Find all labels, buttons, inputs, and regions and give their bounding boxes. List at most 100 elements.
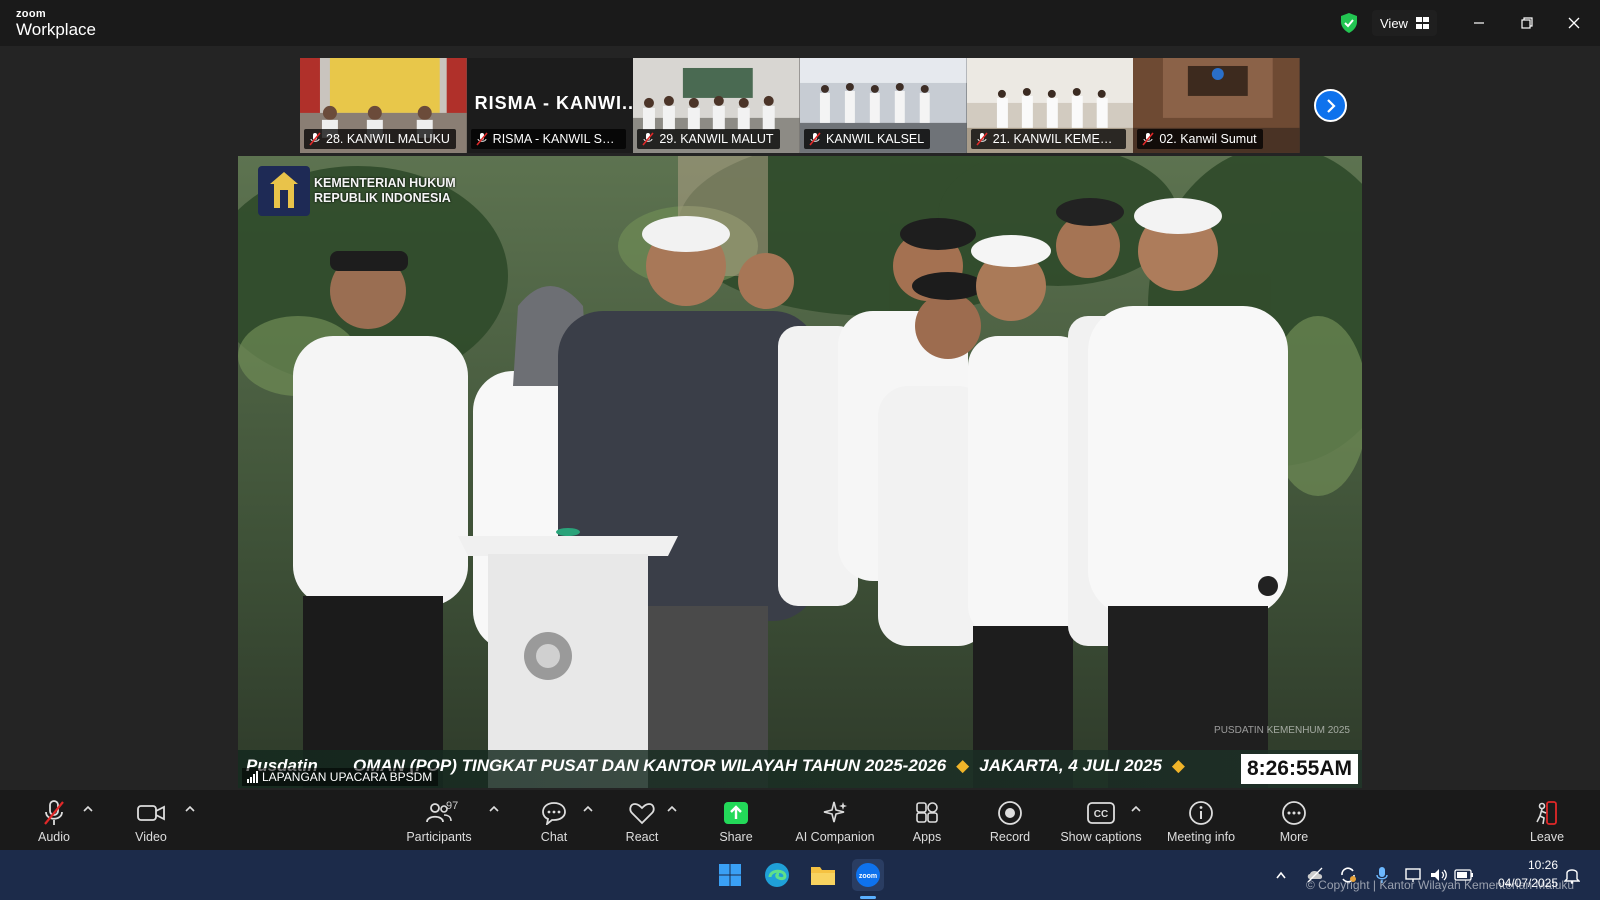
main-speaker-video[interactable]: KEMENTERIAN HUKUM REPUBLIK INDONESIA PUS… (238, 156, 1362, 788)
chevron-up-icon[interactable] (1130, 804, 1142, 814)
broadcast-watermark: PUSDATIN KEMENHUM 2025 (1214, 725, 1350, 736)
participant-thumbnail[interactable]: RISMA - KANWI... RISMA - KANWIL SUL... (466, 58, 634, 153)
windows-start-icon (719, 864, 741, 886)
show-captions-label: Show captions (1060, 830, 1142, 844)
edge-browser-button[interactable] (761, 859, 793, 891)
chat-bubble-icon (542, 802, 566, 825)
news-ticker: Pusdatin OMAN (POP) TINGKAT PUSAT DAN KA… (238, 750, 1362, 788)
share-screen-icon (724, 802, 748, 824)
logo-big-text: Workplace (16, 20, 96, 39)
participants-button[interactable]: 97 Participants (394, 798, 484, 844)
muted-mic-icon (309, 132, 321, 146)
muted-mic-icon (1142, 132, 1154, 146)
svg-text:zoom: zoom (859, 873, 877, 880)
sparkle-icon (823, 801, 847, 823)
close-button[interactable] (1561, 10, 1587, 36)
heart-icon (629, 803, 655, 825)
participant-name: 21. KANWIL KEMENTE... (992, 132, 1126, 146)
apps-label: Apps (912, 830, 942, 844)
show-hidden-icons-button[interactable] (1271, 865, 1291, 885)
participant-name-label: KANWIL KALSEL (804, 129, 931, 149)
chevron-up-icon[interactable] (488, 804, 500, 814)
share-button[interactable]: Share (691, 798, 781, 844)
next-page-button[interactable] (1314, 89, 1347, 122)
video-feed-image (238, 156, 1362, 788)
more-button[interactable]: More (1249, 798, 1339, 844)
ticker-main-text: OMAN (POP) TINGKAT PUSAT DAN KANTOR WILA… (353, 756, 947, 775)
svg-text:CC: CC (1094, 809, 1108, 820)
minimize-button[interactable] (1466, 10, 1492, 36)
meeting-controls-toolbar: Audio Video 97 Participants Chat React S… (0, 790, 1600, 850)
ai-companion-label: AI Companion (795, 830, 875, 844)
participant-thumbnail[interactable]: KANWIL KALSEL (800, 58, 967, 153)
chevron-up-icon[interactable] (666, 804, 678, 814)
restore-icon (1521, 17, 1533, 29)
participant-name: 02. Kanwil Sumut (1159, 132, 1257, 146)
leave-label: Leave (1529, 830, 1565, 844)
record-label: Record (989, 830, 1031, 844)
participants-label: Participants (406, 830, 472, 844)
participant-name: RISMA - KANWIL SUL... (492, 132, 626, 146)
participant-name: 29. KANWIL MALUT (659, 132, 774, 146)
muted-mic-icon (642, 132, 654, 146)
participant-thumbnail[interactable]: 29. KANWIL MALUT (633, 58, 800, 153)
zoom-workplace-logo: zoom Workplace (16, 9, 96, 39)
system-clock[interactable]: 10:26 (1488, 858, 1558, 872)
participants-count: 97 (446, 800, 459, 812)
video-label: Video (135, 830, 167, 844)
video-button[interactable]: Video (106, 798, 196, 844)
ticker-text: OMAN (POP) TINGKAT PUSAT DAN KANTOR WILA… (353, 756, 1195, 776)
apps-icon (916, 802, 938, 823)
zoom-app-button[interactable]: zoom (852, 859, 884, 891)
ai-companion-button[interactable]: AI Companion (790, 798, 880, 844)
file-explorer-button[interactable] (807, 859, 839, 891)
muted-mic-icon (44, 800, 64, 825)
chevron-up-icon (1276, 871, 1286, 879)
speaker-name-label: LAPANGAN UPACARA BPSDM (242, 768, 439, 786)
diamond-icon: ◆ (956, 756, 970, 775)
participant-name: KANWIL KALSEL (826, 132, 925, 146)
signal-strength-icon (247, 771, 258, 783)
ministry-line-1: KEMENTERIAN HUKUM (314, 176, 456, 190)
record-button[interactable]: Record (965, 798, 1055, 844)
participant-name-label: 29. KANWIL MALUT (637, 129, 780, 149)
participant-thumbnail[interactable]: 02. Kanwil Sumut (1133, 58, 1301, 153)
participant-name-label: 28. KANWIL MALUKU (304, 129, 456, 149)
restore-button[interactable] (1514, 10, 1540, 36)
participant-name-label: 02. Kanwil Sumut (1137, 129, 1263, 149)
muted-mic-icon (809, 132, 821, 146)
chevron-up-icon[interactable] (582, 804, 594, 814)
muted-mic-icon (976, 132, 988, 146)
zoom-app-icon: zoom (856, 863, 880, 887)
folder-icon (811, 867, 835, 885)
encryption-shield-icon[interactable] (1339, 12, 1359, 34)
copyright-overlay: © Copyright | Kantor Wilayah Kementerian… (1306, 878, 1575, 892)
react-label: React (625, 830, 659, 844)
apps-button[interactable]: Apps (882, 798, 972, 844)
chevron-up-icon[interactable] (184, 804, 196, 814)
audio-label: Audio (38, 830, 70, 844)
chevron-up-icon[interactable] (82, 804, 94, 814)
chat-label: Chat (540, 830, 568, 844)
leave-door-icon (1536, 801, 1557, 825)
grid-view-icon (1415, 17, 1429, 29)
leave-button[interactable]: Leave (1502, 798, 1592, 844)
participant-thumbnail[interactable]: 28. KANWIL MALUKU (300, 58, 467, 153)
meeting-info-button[interactable]: Meeting info (1156, 798, 1246, 844)
participant-name: 28. KANWIL MALUKU (326, 132, 450, 146)
windows-taskbar: zoom 10:26 04/07/2025 © Copyright | Kant… (0, 850, 1600, 900)
share-label: Share (719, 830, 753, 844)
info-icon (1189, 801, 1213, 825)
start-button[interactable] (714, 859, 746, 891)
participant-thumbnail-strip: 28. KANWIL MALUKU RISMA - KANWI... RISMA… (300, 58, 1301, 153)
participant-display-name: RISMA - KANWI... (474, 93, 634, 113)
more-label: More (1279, 830, 1309, 844)
meeting-info-label: Meeting info (1166, 830, 1236, 844)
muted-mic-icon (476, 132, 488, 146)
more-options-icon (1282, 801, 1306, 825)
participant-name-label: RISMA - KANWIL SUL... (470, 129, 626, 149)
zoom-meeting-window: zoom Workplace View 28. KANWIL MALUKU RI… (0, 0, 1600, 850)
view-button[interactable]: View (1372, 10, 1437, 36)
participant-thumbnail[interactable]: 21. KANWIL KEMENTE... (966, 58, 1134, 153)
active-app-indicator (860, 896, 876, 899)
